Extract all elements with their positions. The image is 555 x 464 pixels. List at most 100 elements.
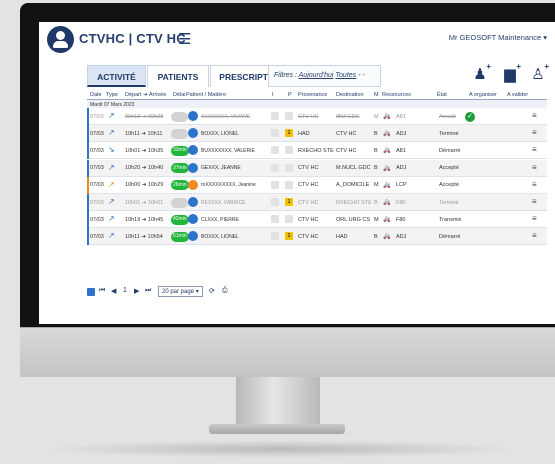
col-m[interactable]: M [374, 92, 379, 98]
row-accent [87, 194, 89, 211]
row-date: 07/03 [90, 182, 104, 189]
row-destination: RXECHO STE [336, 199, 372, 206]
table-row[interactable]: 07/03 ↗ 09h19 ➔ 09h28 AXXXXXXX, VIVIANE CTV … [87, 108, 547, 125]
row-patient[interactable]: CLXXX, PIERRE [201, 217, 239, 223]
tab-patients[interactable]: PATIENTS [147, 65, 209, 87]
col-p[interactable]: P [288, 92, 292, 98]
table-row[interactable]: 07/03 ↘ 10h01 ➔ 10h35 33min BUXXXXXXX, VALER… [87, 142, 547, 160]
last-page-icon[interactable]: ⏭ [145, 287, 151, 295]
row-patient[interactable]: AXXXXXXX, VIVIANE [201, 114, 250, 120]
filter-extra[interactable]: - - [358, 72, 365, 79]
transport-type-icon: ↘ [108, 145, 115, 155]
col-type[interactable]: Type [106, 92, 118, 98]
col-depart-arrivee[interactable]: Départ ➔ Arrivée [125, 92, 166, 98]
row-provenance: CTV HC [298, 113, 319, 120]
row-menu-icon[interactable]: ≡ [532, 128, 537, 137]
ambulance-icon: 🚑 [383, 200, 391, 206]
row-date: 07/03 [90, 113, 104, 120]
app-title: CTVHC | CTV HC [79, 31, 186, 46]
ambulance-icon: 🚑 [383, 114, 391, 120]
patient-avatar-icon [188, 111, 198, 121]
col-delai[interactable]: Délai [173, 92, 186, 98]
monitor-chin [20, 327, 555, 377]
row-time: 10h00 ➔ 10h29 [125, 182, 164, 189]
col-patient[interactable]: Patient / Matière [186, 92, 226, 98]
tab-activite[interactable]: ACTIVITÉ [87, 65, 146, 87]
select-all-checkbox[interactable] [87, 288, 95, 296]
monitor-stand [236, 377, 320, 427]
col-etat[interactable]: État [437, 92, 447, 98]
row-destination: IBM GDC [336, 113, 360, 120]
row-destination: ORL URG CS [336, 216, 371, 223]
row-patient[interactable]: BOXXX, LIONEL [201, 131, 239, 137]
row-ressource: ADJ [396, 165, 407, 172]
filter-date[interactable]: Aujourd'hui [299, 72, 334, 79]
row-time: 10h11 ➔ 10h11 [125, 130, 163, 137]
col-provenance[interactable]: Provenance [298, 92, 327, 98]
row-provenance: CTV HC [298, 216, 319, 223]
row-patient[interactable]: BUXXXXXXX, VALERIE [201, 148, 255, 154]
row-menu-icon[interactable]: ≡ [532, 231, 537, 240]
page-number[interactable]: 1 [123, 287, 127, 294]
prev-page-icon[interactable]: ◀ [111, 287, 116, 295]
col-i[interactable]: I [272, 92, 274, 98]
row-patient[interactable]: BOXXX, LIONEL [201, 234, 239, 240]
refresh-icon[interactable]: ⟳ [209, 287, 215, 295]
table-row[interactable]: 07/03 ↗ 10h20 ➔ 10h40 37min GEXXX, JEANNE CTV… [87, 159, 547, 177]
col-a-valider[interactable]: A valider [507, 92, 528, 98]
transport-type-icon: ↗ [108, 231, 115, 241]
patient-avatar-icon [188, 128, 198, 139]
filters-bar[interactable]: Filtres : Aujourd'hui Toutes - - [268, 65, 381, 87]
row-menu-icon[interactable]: ≡ [532, 214, 537, 223]
ambulance-icon: 🚑 [383, 234, 391, 241]
indicator-p: 1 [285, 198, 293, 206]
transport-type-icon: ↗ [108, 214, 115, 224]
table-row[interactable]: 07/03 ↗ 10h11 ➔ 10h54 51min BOXXX, LIONEL 1 CT… [87, 228, 547, 246]
indicator-i [271, 232, 279, 241]
table-row[interactable]: 07/03 ↗ 10h19 ➔ 10h45 42min CLXXX, PIERRE CTV… [87, 211, 547, 229]
delay-badge: 42min [171, 214, 189, 225]
indicator-i [271, 146, 279, 155]
row-ressource: F80 [396, 216, 406, 223]
indicator-i [271, 163, 279, 172]
row-accent [87, 176, 89, 194]
row-menu-icon[interactable]: ≡ [532, 180, 537, 189]
table-row[interactable]: 07/03 ↗ 10h00 ➔ 10h29 26min roXXXXXXXXX, Jea… [87, 176, 547, 194]
table-row[interactable]: 07/03 ↗ 10h01 ➔ 10h01 REXXXX, FABRICE 1 CTV H… [87, 194, 547, 211]
delay-badge: 37min [171, 163, 189, 174]
table-row[interactable]: 07/03 ↗ 10h11 ➔ 10h11 BOXXX, LIONEL 1 HAD CTV … [87, 125, 547, 143]
add-transport-icon[interactable]: ♟ + [469, 62, 491, 85]
per-page-select[interactable]: 20 par page ▾ [158, 286, 203, 297]
filters-label: Filtres : [274, 72, 297, 79]
col-a-organiser[interactable]: A organiser [469, 92, 497, 98]
next-page-icon[interactable]: ▶ [134, 287, 139, 295]
patient-avatar-icon [188, 231, 198, 242]
monitor-shadow [40, 440, 520, 458]
filter-type[interactable]: Toutes [335, 72, 356, 79]
row-patient[interactable]: roXXXXXXXXX, Jeanine [201, 182, 256, 188]
row-patient[interactable]: REXXXX, FABRICE [201, 200, 245, 206]
menu-icon[interactable]: ☰ [178, 30, 191, 48]
row-accent [87, 211, 89, 229]
ambulance-icon: 🚑 [383, 148, 391, 155]
user-menu[interactable]: Mr GEOSOFT Maintenance ▾ [449, 33, 547, 42]
col-ressources[interactable]: Ressources [382, 92, 411, 98]
add-person-icon[interactable]: ♙ + [527, 62, 549, 85]
row-menu-icon[interactable]: ≡ [532, 163, 537, 172]
row-time: 09h19 ➔ 09h28 [125, 113, 164, 120]
first-page-icon[interactable]: ⏮ [99, 287, 105, 295]
row-menu-icon[interactable]: ≡ [532, 111, 537, 120]
row-ressource: LCP [396, 182, 407, 189]
row-menu-icon[interactable]: ≡ [532, 145, 537, 154]
screen: CTVHC | CTV HC ☰ Mr GEOSOFT Maintenance … [39, 22, 555, 324]
print-icon[interactable]: ⎙ [222, 287, 228, 295]
row-menu-icon[interactable]: ≡ [532, 197, 537, 206]
ambulance-icon: 🚑 [383, 165, 391, 172]
row-ressource: ADJ [396, 130, 407, 137]
col-date[interactable]: Date [90, 92, 102, 98]
row-destination: M.NUCL GDC [336, 165, 371, 172]
col-destination[interactable]: Destination [336, 92, 364, 98]
row-patient[interactable]: GEXXX, JEANNE [201, 165, 241, 171]
row-m: B [374, 233, 378, 240]
add-building-icon[interactable]: ▆ + [499, 62, 521, 85]
